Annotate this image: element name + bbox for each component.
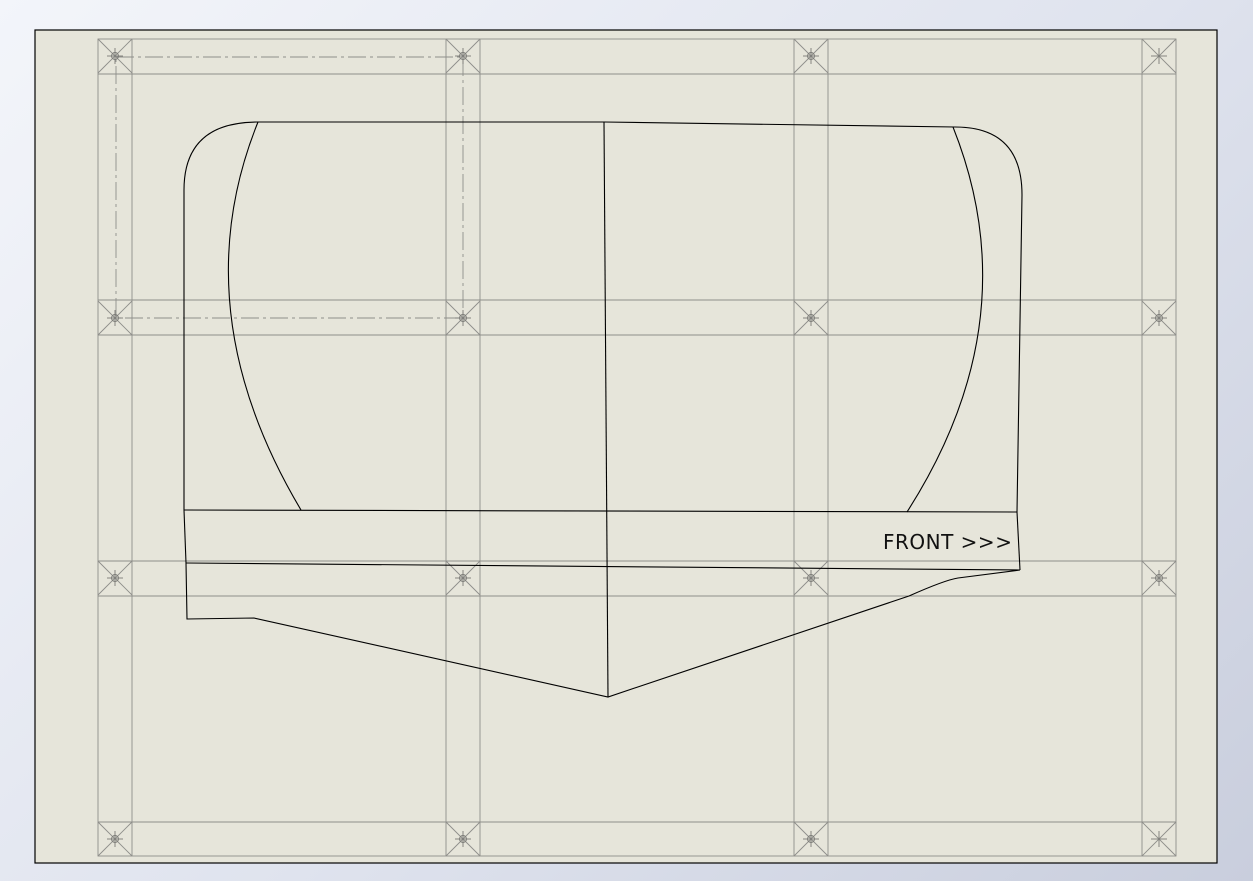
front-direction-label: FRONT >>> [883, 530, 1012, 554]
drawing-sheet [34, 29, 1218, 864]
cad-drawing-viewport[interactable]: FRONT >>> [0, 0, 1253, 881]
